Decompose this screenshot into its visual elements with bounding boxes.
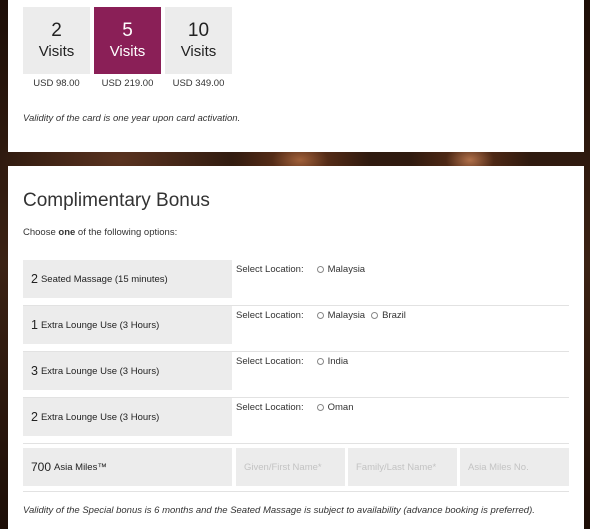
given-name-input[interactable] [236, 448, 345, 486]
bonus-label: Extra Lounge Use (3 Hours) [40, 319, 160, 331]
visit-price: USD 219.00 [101, 78, 154, 89]
choose-suffix: of the following options: [75, 227, 178, 238]
visit-option-2[interactable]: 2 Visits [23, 7, 90, 74]
complimentary-bonus-panel: Complimentary Bonus Choose one of the fo… [8, 166, 584, 529]
asia-miles-number-input[interactable] [460, 448, 569, 486]
card-validity-note: Validity of the card is one year upon ca… [23, 113, 241, 124]
select-location-label: Select Location: [236, 356, 304, 367]
bonus-option-extra-lounge-2[interactable]: 2 Extra Lounge Use (3 Hours) [23, 398, 232, 436]
visits-panel: 2 Visits 5 Visits 10 Visits USD 98.00 US… [8, 0, 584, 152]
visit-label: Visits [38, 43, 75, 60]
bonus-label: Extra Lounge Use (3 Hours) [40, 411, 160, 423]
bonus-label: Asia Miles™ [54, 461, 107, 473]
location-name: India [327, 356, 349, 367]
bonus-row: 2 Extra Lounge Use (3 Hours) Select Loca… [23, 398, 569, 444]
location-selector: Select Location: India [236, 356, 354, 367]
visit-option-10[interactable]: 10 Visits [165, 7, 232, 74]
visit-label: Visits [180, 43, 217, 60]
bonus-option-asia-miles[interactable]: 700 Asia Miles™ [23, 448, 232, 486]
select-location-label: Select Location: [236, 402, 304, 413]
bonus-option-extra-lounge-1[interactable]: 1 Extra Lounge Use (3 Hours) [23, 306, 232, 344]
bonus-row: 3 Extra Lounge Use (3 Hours) Select Loca… [23, 352, 569, 398]
bonus-row: 2 Seated Massage (15 minutes) Select Loc… [23, 260, 569, 306]
visit-count: 10 [187, 20, 210, 41]
bonus-label: Extra Lounge Use (3 Hours) [40, 365, 160, 377]
location-name: Malaysia [327, 310, 366, 321]
bonus-count: 3 [31, 364, 38, 378]
section-title: Complimentary Bonus [23, 190, 210, 211]
location-radio-malaysia[interactable]: Malaysia [316, 264, 366, 275]
bonus-count: 700 [31, 460, 52, 474]
location-selector: Select Location: Malaysia [236, 264, 371, 275]
bonus-row-miles: 700 Asia Miles™ [23, 444, 569, 492]
bonus-validity-note: Validity of the Special bonus is 6 month… [23, 505, 535, 516]
location-name: Malaysia [327, 264, 366, 275]
visit-prices: USD 98.00 USD 219.00 USD 349.00 [23, 78, 236, 89]
choose-instruction: Choose one of the following options: [23, 227, 177, 238]
bonus-count: 1 [31, 318, 38, 332]
radio-circle-icon [316, 312, 324, 319]
location-radio-malaysia[interactable]: Malaysia [316, 310, 366, 321]
location-name: Brazil [382, 310, 406, 321]
visit-price: USD 98.00 [33, 78, 80, 89]
location-name: Oman [327, 402, 354, 413]
location-radio-oman[interactable]: Oman [316, 402, 354, 413]
bonus-row: 1 Extra Lounge Use (3 Hours) Select Loca… [23, 306, 569, 352]
visit-count: 2 [51, 20, 62, 41]
radio-circle-icon [316, 404, 324, 411]
bonus-option-list: 2 Seated Massage (15 minutes) Select Loc… [23, 260, 569, 492]
visit-option-5[interactable]: 5 Visits [94, 7, 161, 74]
bonus-option-extra-lounge-3[interactable]: 3 Extra Lounge Use (3 Hours) [23, 352, 232, 390]
select-location-label: Select Location: [236, 310, 304, 321]
location-radio-india[interactable]: India [316, 356, 349, 367]
visit-price: USD 349.00 [172, 78, 225, 89]
bonus-count: 2 [31, 272, 38, 286]
visit-count: 5 [122, 20, 133, 41]
select-location-label: Select Location: [236, 264, 304, 275]
radio-circle-icon [371, 312, 379, 319]
radio-circle-icon [316, 358, 324, 365]
choose-prefix: Choose [23, 227, 59, 238]
family-name-input[interactable] [348, 448, 457, 486]
visit-options: 2 Visits 5 Visits 10 Visits [23, 7, 236, 74]
bonus-option-seated-massage[interactable]: 2 Seated Massage (15 minutes) [23, 260, 232, 298]
location-radio-brazil[interactable]: Brazil [371, 310, 406, 321]
bonus-count: 2 [31, 410, 38, 424]
radio-circle-icon [316, 266, 324, 273]
bonus-label: Seated Massage (15 minutes) [40, 273, 168, 285]
choose-bold: one [58, 227, 76, 238]
location-selector: Select Location: Oman [236, 402, 359, 413]
visit-label: Visits [109, 43, 146, 60]
location-selector: Select Location: Malaysia Brazil [236, 310, 412, 321]
